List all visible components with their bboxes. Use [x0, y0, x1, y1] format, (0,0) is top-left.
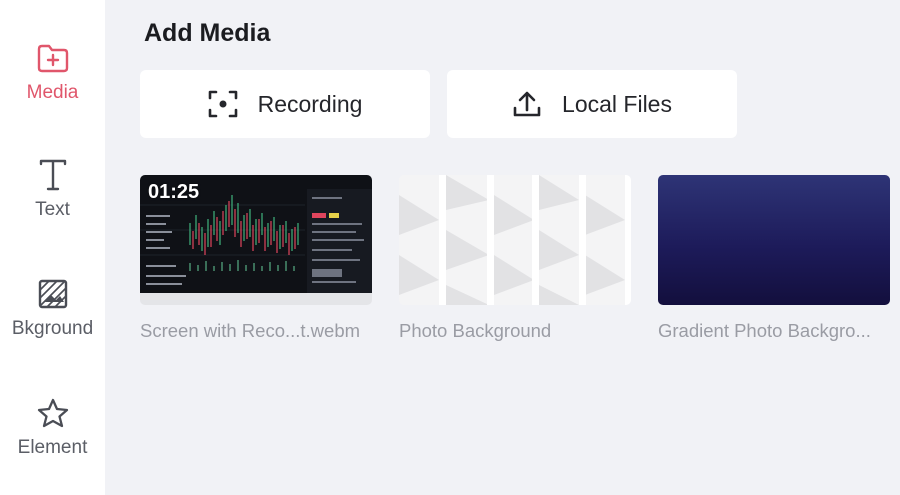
video-thumbnail: 01:25	[140, 175, 372, 305]
photo-thumbnail	[399, 175, 631, 305]
media-item-screen-recording[interactable]: 01:25 Screen with Reco...t.webm	[140, 175, 372, 342]
duration-badge: 01:25	[148, 181, 200, 203]
sidebar: Media Text Bkground Element	[0, 0, 105, 495]
recording-button[interactable]: Recording	[140, 70, 430, 138]
media-item-name: Gradient Photo Backgro...	[658, 320, 871, 341]
sidebar-item-label: Element	[17, 437, 88, 458]
upload-icon	[512, 89, 542, 119]
background-pattern-icon	[35, 276, 71, 312]
media-panel: Add Media Recording Local Files 01:25 Sc…	[105, 0, 900, 495]
sidebar-item-label: Media	[26, 82, 79, 103]
folder-plus-icon	[35, 40, 71, 76]
local-files-label: Local Files	[562, 90, 672, 117]
media-item-photo-background[interactable]: Photo Background	[399, 175, 631, 342]
sidebar-item-media[interactable]: Media	[0, 40, 105, 140]
text-t-icon	[35, 157, 71, 193]
star-icon	[35, 395, 71, 431]
record-screen-icon	[208, 89, 238, 119]
sidebar-item-label: Text	[35, 199, 70, 220]
recording-label: Recording	[257, 90, 363, 117]
local-files-button[interactable]: Local Files	[447, 70, 737, 138]
sidebar-item-element[interactable]: Element	[0, 395, 105, 495]
media-item-name: Photo Background	[399, 320, 552, 341]
sidebar-item-text[interactable]: Text	[0, 157, 105, 257]
media-item-gradient-photo-background[interactable]: Gradient Photo Backgro...	[658, 175, 890, 342]
sidebar-item-label: Bkground	[11, 318, 94, 339]
media-item-name: Screen with Reco...t.webm	[140, 320, 361, 341]
sidebar-item-bkground[interactable]: Bkground	[0, 276, 105, 376]
panel-title: Add Media	[144, 19, 271, 47]
gradient-thumbnail	[658, 175, 890, 305]
